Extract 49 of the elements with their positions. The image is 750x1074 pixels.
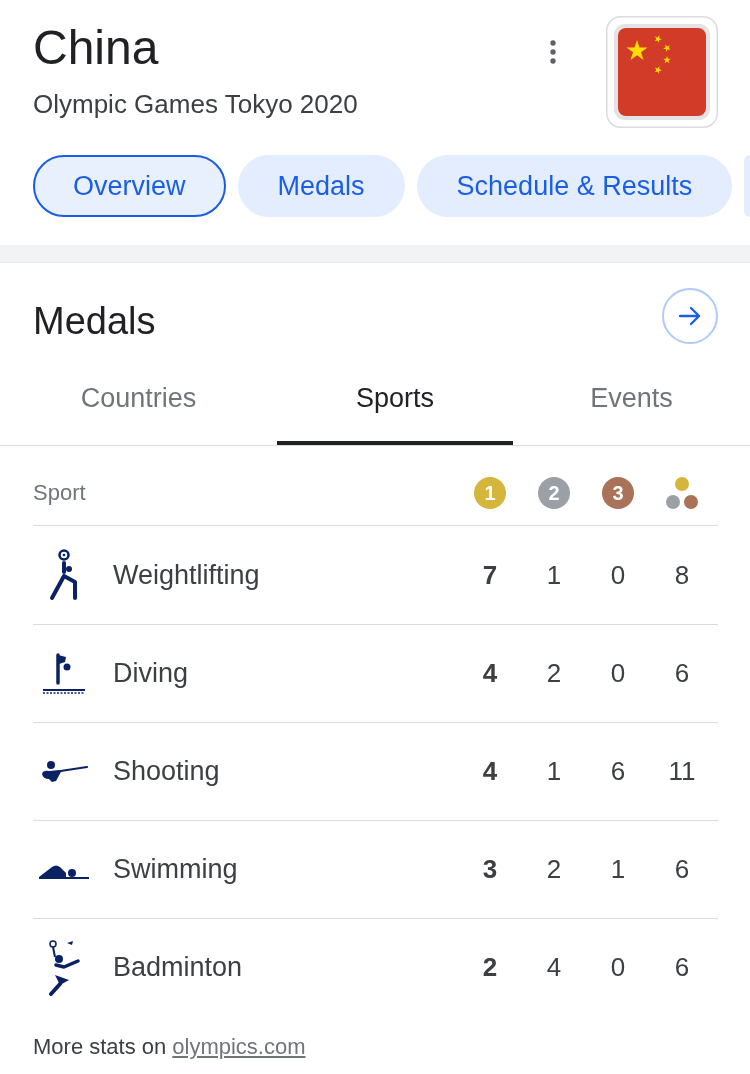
sport-name: Swimming xyxy=(113,853,239,887)
shooter-icon xyxy=(40,759,88,784)
medal-count: 4 xyxy=(545,951,563,984)
more-vertical-icon xyxy=(550,40,556,64)
tab[interactable]: Sports xyxy=(277,357,513,445)
medal-count: 6 xyxy=(673,657,691,690)
medal-count: 4 xyxy=(481,755,499,788)
badminton-player-icon xyxy=(47,939,81,996)
chip-tab[interactable]: Medals xyxy=(237,155,405,217)
sport-name: Diving xyxy=(113,657,190,691)
medal-count: 2 xyxy=(481,951,499,984)
medal-badge: 3 xyxy=(602,476,634,509)
chip-tab[interactable]: Overview xyxy=(33,155,226,217)
medal-count: 1 xyxy=(609,853,627,886)
medal-count: 8 xyxy=(673,558,691,592)
sport-name: Badminton xyxy=(113,951,244,985)
olympics-link[interactable]: olympics.com xyxy=(172,1034,306,1059)
flag-icon xyxy=(606,16,718,128)
sport-name: Shooting xyxy=(113,755,221,789)
column-header: Sport xyxy=(33,479,87,507)
medal-count: 1 xyxy=(545,558,563,592)
tab[interactable]: Events xyxy=(513,357,750,445)
weightlifter-icon xyxy=(49,549,79,601)
medal-count: 1 xyxy=(545,755,563,788)
medal-badge: 1 xyxy=(474,476,506,509)
medal-count: 6 xyxy=(609,755,627,788)
medal-count: 0 xyxy=(609,657,627,690)
medal-count: 3 xyxy=(481,853,499,886)
medal-count: 11 xyxy=(667,755,697,788)
tab[interactable]: Countries xyxy=(0,357,277,445)
sport-name: Weightlifting xyxy=(113,558,261,592)
arrow-button[interactable] xyxy=(662,288,718,344)
chip-tab[interactable]: Schedule & Results xyxy=(416,155,733,217)
subtitle: Olympic Games Tokyo 2020 xyxy=(33,88,359,121)
arrow-right-icon xyxy=(679,306,701,326)
section-title: Medals xyxy=(33,299,157,344)
medal-count: 7 xyxy=(481,558,499,592)
medal-count: 2 xyxy=(545,657,563,690)
medal-badge: 2 xyxy=(538,476,570,509)
medal-count: 2 xyxy=(545,853,563,886)
medal-count: 6 xyxy=(673,951,691,984)
medal-count: 6 xyxy=(673,853,691,886)
page-title: China xyxy=(33,20,160,76)
footer-note: More stats on olympics.com xyxy=(33,1033,307,1061)
medal-count: 0 xyxy=(609,951,627,984)
medal-count: 4 xyxy=(481,657,499,690)
medal-total-icon xyxy=(666,476,698,509)
medal-count: 0 xyxy=(609,558,627,592)
diver-icon xyxy=(42,652,86,695)
